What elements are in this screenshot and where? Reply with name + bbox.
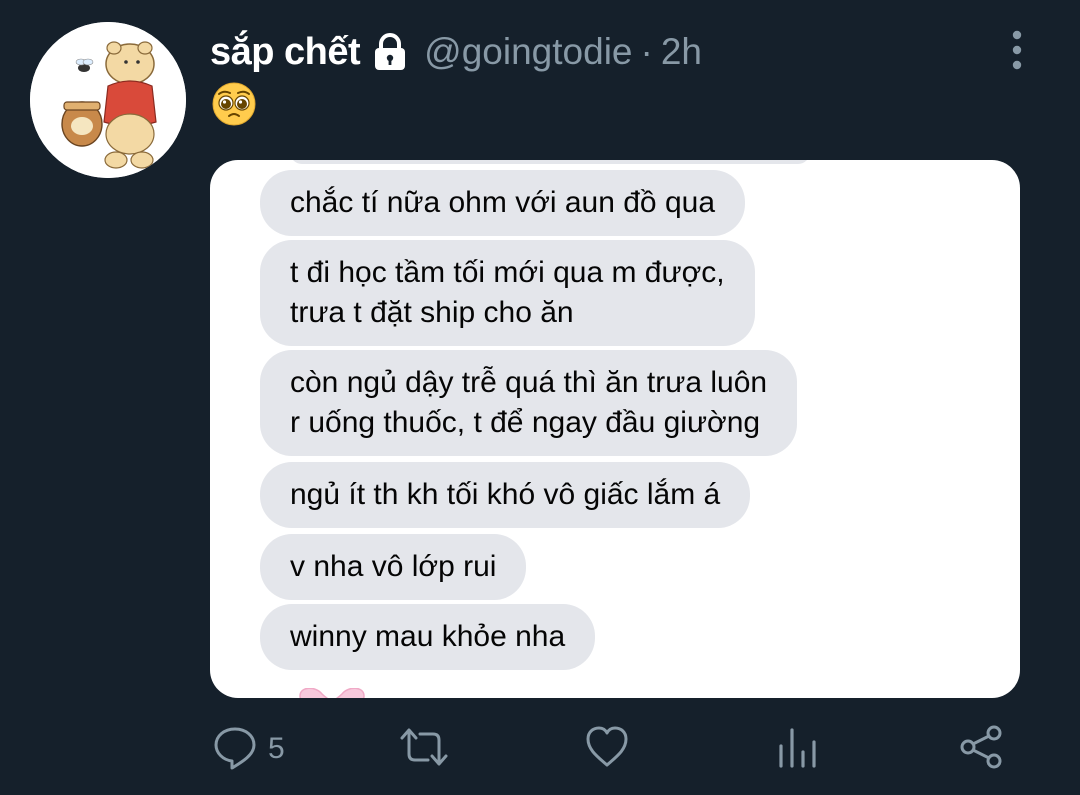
heart-reaction-icon: [294, 687, 370, 698]
tweet-text: [210, 80, 258, 137]
analytics-button[interactable]: [774, 718, 820, 780]
separator-dot: ·: [640, 31, 653, 72]
like-button[interactable]: [584, 718, 630, 780]
display-name[interactable]: sắp chết: [210, 31, 361, 74]
avatar[interactable]: [30, 22, 186, 178]
bear-avatar-icon: [30, 22, 186, 178]
message-line: v nha vô lớp rui: [290, 550, 497, 583]
like-icon: [584, 724, 630, 775]
action-bar: 5: [0, 718, 1080, 780]
message-line: t đi học tầm tối mới qua m được,: [290, 256, 725, 289]
message-line: còn ngủ dậy trễ quá thì ăn trưa luôn: [290, 366, 768, 399]
message-bubble: ngủ ít th kh tối khó vô giấc lắm á: [260, 462, 751, 528]
message-bubble: winny mau khỏe nha: [260, 604, 596, 670]
retweet-icon: [398, 724, 450, 775]
share-button[interactable]: [958, 718, 1004, 780]
reply-count: 5: [268, 732, 285, 765]
message-line: r uống thuốc, t để ngay đầu giường: [290, 406, 761, 439]
reply-button[interactable]: 5: [212, 718, 285, 780]
message-line: ngủ ít th kh tối khó vô giấc lắm á: [290, 478, 721, 511]
reply-icon: [212, 724, 258, 775]
message-bubble: t đi học tầm tối mới qua m được, trưa t …: [260, 240, 755, 346]
message-line: winny mau khỏe nha: [290, 620, 566, 653]
lock-icon: [370, 32, 410, 72]
attached-image[interactable]: chắc tí nữa ohm với aun đồ qua t đi học …: [210, 160, 1020, 698]
handle[interactable]: @goingtodie: [424, 31, 632, 73]
share-icon: [958, 724, 1004, 775]
timestamp[interactable]: 2h: [661, 31, 702, 73]
message-line: trưa t đặt ship cho ăn: [290, 296, 574, 329]
more-options-icon[interactable]: [1004, 28, 1030, 72]
tweet: sắp chết @goingtodie · 2h chắc tí nữa oh…: [0, 0, 1080, 795]
analytics-icon: [774, 724, 820, 775]
retweet-button[interactable]: [398, 718, 450, 780]
tweet-header: sắp chết @goingtodie · 2h: [210, 26, 702, 78]
message-bubble: còn ngủ dậy trễ quá thì ăn trưa luôn r u…: [260, 350, 798, 456]
message-bubble-partial: [290, 160, 810, 164]
pleading-face-emoji: [210, 80, 258, 128]
message-bubble: chắc tí nữa ohm với aun đồ qua: [260, 170, 746, 236]
message-bubble: v nha vô lớp rui: [260, 534, 527, 600]
message-line: chắc tí nữa ohm với aun đồ qua: [290, 186, 716, 219]
